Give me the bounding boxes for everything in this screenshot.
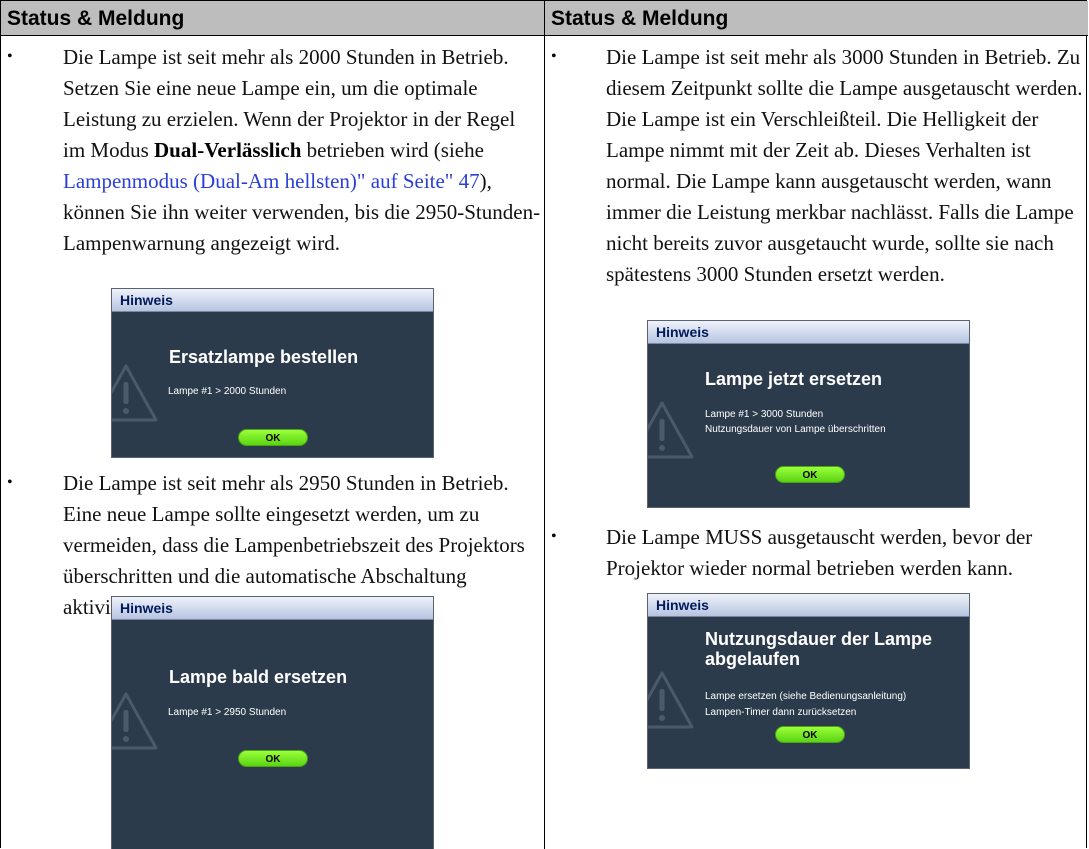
bullet: • [551, 48, 557, 65]
warning-triangle-icon [112, 692, 158, 750]
dialog-message: Lampe #1 > 2000 Stunden [168, 386, 287, 397]
dialog-heading: abgelaufen [705, 649, 801, 669]
dialog-message: Nutzungsdauer von Lampe überschritten [705, 424, 886, 435]
item-text: Die Lampe MUSS ausgetauscht werden, bevo… [606, 525, 1033, 580]
osd-dialog: Hinweis Nutzungsdauer der Lampe abgelauf… [647, 593, 970, 769]
osd-dialog: Hinweis Lampe jetzt ersetzen Lampe #1 > … [647, 320, 970, 508]
dialog-message: Lampe #1 > 2950 Stunden [168, 707, 287, 718]
dialog-title-bar: Hinweis [648, 321, 969, 344]
column-header: Status & Meldung [1, 1, 544, 36]
osd-dialog: Hinweis Ersatzlampe bestellen Lampe #1 >… [111, 288, 434, 458]
bullet: • [7, 48, 13, 65]
dialog-body: Lampe jetzt ersetzen Lampe #1 > 3000 Stu… [648, 344, 969, 507]
warning-triangle-icon [648, 401, 694, 459]
dialog-message: Lampe #1 > 3000 Stunden [705, 409, 824, 420]
mode-name: Dual-Verlässlich [154, 138, 302, 162]
dialog-message: Lampe ersetzen (siehe Bedienungsanleitun… [705, 691, 907, 702]
ok-button[interactable]: OK [775, 466, 845, 483]
dialog-title-bar: Hinweis [648, 594, 969, 617]
dialog-heading: Ersatzlampe bestellen [169, 347, 359, 367]
dialog-heading: Lampe jetzt ersetzen [705, 369, 883, 389]
ok-button[interactable]: OK [238, 750, 308, 767]
ok-button[interactable]: OK [775, 726, 845, 743]
dialog-heading: Nutzungsdauer der Lampe [705, 629, 933, 649]
dialog-title-bar: Hinweis [112, 597, 433, 620]
dialog-body: Nutzungsdauer der Lampe abgelaufen Lampe… [648, 617, 969, 768]
warning-triangle-icon [648, 671, 694, 729]
column-right: Status & Meldung • Die Lampe ist seit me… [545, 1, 1088, 849]
column-header: Status & Meldung [545, 1, 1088, 36]
dialog-title-bar: Hinweis [112, 289, 433, 312]
item-text: Die Lampe ist seit mehr als 3000 Stunden… [606, 45, 1083, 286]
bullet: • [551, 528, 557, 545]
dialog-body: Lampe bald ersetzen Lampe #1 > 2950 Stun… [112, 620, 433, 849]
item-text: Die Lampe ist seit mehr als 2000 Stunden… [63, 45, 541, 255]
column-left: Status & Meldung • Die Lampe ist seit me… [1, 1, 545, 849]
osd-dialog: Hinweis Lampe bald ersetzen Lampe #1 > 2… [111, 596, 434, 849]
ok-button[interactable]: OK [238, 429, 308, 446]
dialog-body: Ersatzlampe bestellen Lampe #1 > 2000 St… [112, 312, 433, 457]
dialog-message: Lampen-Timer dann zurücksetzen [705, 707, 857, 718]
status-table: Status & Meldung • Die Lampe ist seit me… [0, 0, 1088, 849]
page-link[interactable]: Lampenmodus (Dual-Am hellsten)" auf Seit… [63, 169, 480, 193]
warning-triangle-icon [112, 364, 158, 422]
bullet: • [7, 474, 13, 491]
dialog-heading: Lampe bald ersetzen [169, 667, 348, 687]
